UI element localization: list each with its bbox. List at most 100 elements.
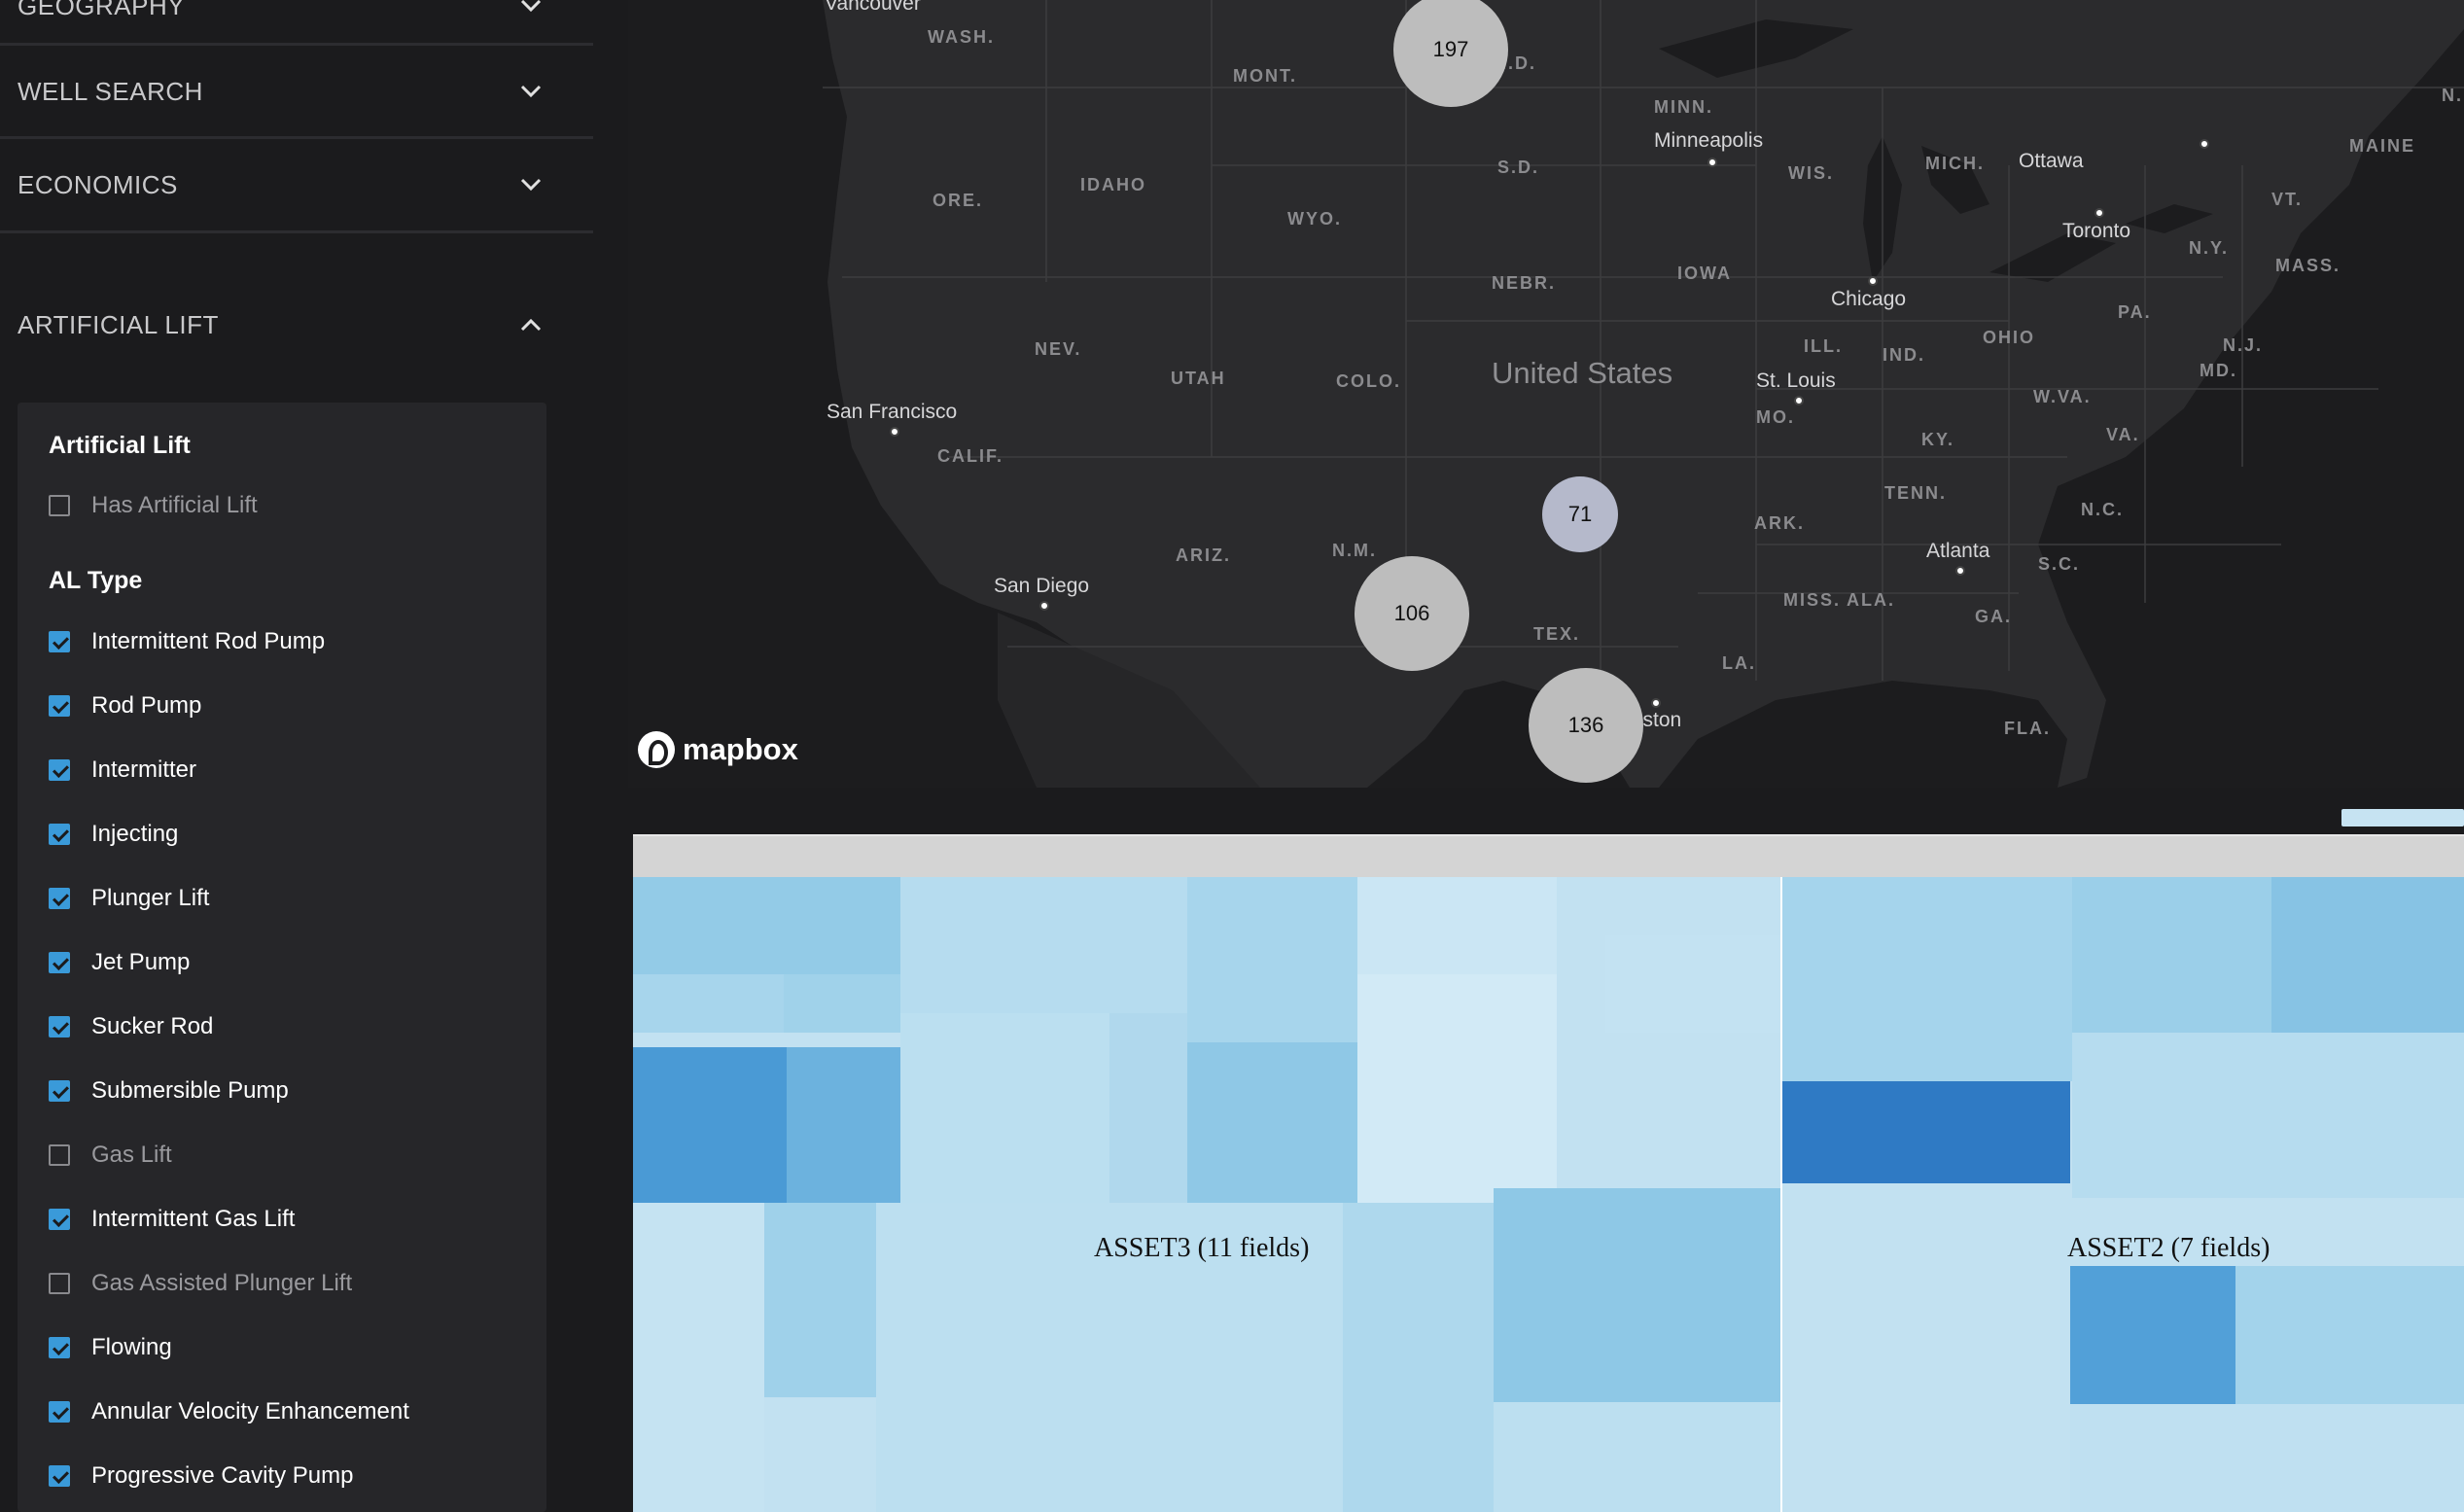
section-label: ARTIFICIAL LIFT: [18, 309, 219, 339]
state-label: LA.: [1722, 653, 1756, 673]
checkbox-box[interactable]: [49, 1144, 70, 1166]
checkbox-box[interactable]: [49, 1209, 70, 1230]
checkbox-label: Gas Assisted Plunger Lift: [91, 1270, 353, 1296]
field-tile[interactable]: [633, 877, 900, 974]
state-label: WIS.: [1788, 163, 1834, 183]
asset-treemap[interactable]: ASSET3 (11 fields) ASSET2 (7 fields): [633, 877, 2464, 1512]
treemap-header-bar: [633, 834, 2464, 877]
al-type-checkbox[interactable]: Sucker Rod: [49, 1013, 213, 1040]
checkbox-box[interactable]: [49, 1401, 70, 1423]
al-type-checkbox[interactable]: Intermittent Rod Pump: [49, 628, 325, 655]
field-tile[interactable]: [2072, 1033, 2464, 1198]
country-label: United States: [1492, 356, 1673, 390]
field-tile[interactable]: [784, 974, 900, 1033]
resize-handle[interactable]: [2341, 809, 2464, 826]
field-tile[interactable]: [1494, 1402, 1780, 1512]
field-tile[interactable]: [1782, 877, 2072, 1081]
checkbox-box[interactable]: [49, 1080, 70, 1102]
filter-sidebar: GEOGRAPHY WELL SEARCH ECONOMICS ARTIFICI…: [0, 0, 628, 1512]
checkbox-box[interactable]: [49, 1016, 70, 1037]
field-tile[interactable]: [787, 1047, 900, 1203]
field-tile[interactable]: [633, 1047, 787, 1203]
checkbox-label: Flowing: [91, 1334, 172, 1360]
al-type-checkbox[interactable]: Rod Pump: [49, 692, 201, 720]
al-type-checkbox[interactable]: Progressive Cavity Pump: [49, 1462, 353, 1490]
al-type-checkbox[interactable]: Submersible Pump: [49, 1077, 289, 1105]
al-type-checkbox[interactable]: Gas Lift: [49, 1142, 172, 1169]
mapbox-logo[interactable]: mapbox: [638, 731, 798, 768]
al-type-checkbox[interactable]: Injecting: [49, 821, 178, 848]
al-type-checkbox[interactable]: Plunger Lift: [49, 885, 209, 912]
field-tile[interactable]: [1357, 974, 1557, 1203]
artificial-lift-panel: Artificial Lift Has Artificial Lift AL T…: [18, 403, 546, 1512]
al-type-checkbox[interactable]: Gas Assisted Plunger Lift: [49, 1270, 352, 1297]
al-type-checkbox[interactable]: Flowing: [49, 1334, 172, 1361]
field-tile[interactable]: [1782, 1081, 2070, 1183]
field-tile[interactable]: [2070, 1266, 2235, 1404]
checkbox-box[interactable]: [49, 824, 70, 845]
field-tile[interactable]: [2235, 1266, 2464, 1404]
city-label: Atlanta: [1926, 540, 1990, 562]
field-tile[interactable]: [1605, 935, 1780, 1033]
field-tile[interactable]: [1782, 1183, 2070, 1512]
checkbox-box[interactable]: [49, 631, 70, 652]
field-tile[interactable]: [1343, 1203, 1508, 1512]
checkbox-box[interactable]: [49, 888, 70, 909]
field-tile[interactable]: [764, 1203, 876, 1397]
checkbox-box[interactable]: [49, 495, 70, 516]
state-label: FLA.: [2004, 719, 2051, 738]
field-tile[interactable]: [1109, 1013, 1187, 1203]
state-label: MINN.: [1654, 97, 1713, 117]
mapbox-wordmark: mapbox: [683, 732, 798, 766]
section-artificial-lift[interactable]: ARTIFICIAL LIFT: [0, 290, 593, 360]
city-label: San Diego: [994, 575, 1090, 597]
state-label: OHIO: [1983, 328, 2036, 347]
al-type-checkbox[interactable]: Annular Velocity Enhancement: [49, 1398, 409, 1425]
state-label: IOWA: [1677, 264, 1732, 283]
well-cluster-marker[interactable]: 71: [1542, 476, 1618, 552]
field-tile[interactable]: [1494, 1188, 1780, 1402]
well-cluster-marker[interactable]: 136: [1529, 668, 1643, 783]
checkbox-box[interactable]: [49, 1465, 70, 1487]
checkbox-box[interactable]: [49, 695, 70, 717]
map-view[interactable]: WASH. MONT. N.D. MINN. S.D. WIS. MICH. O…: [628, 0, 2464, 788]
divider: [0, 43, 593, 46]
field-tile[interactable]: [633, 974, 784, 1033]
field-tile[interactable]: [900, 1013, 1109, 1203]
chevron-down-icon: [506, 72, 556, 111]
section-well-search[interactable]: WELL SEARCH: [0, 56, 593, 126]
checkbox-box[interactable]: [49, 952, 70, 973]
well-cluster-marker[interactable]: 106: [1355, 556, 1469, 671]
checkbox-label: Intermittent Rod Pump: [91, 628, 326, 654]
city-dot: [2200, 139, 2209, 149]
field-tile[interactable]: [2072, 877, 2271, 1033]
state-label: KY.: [1921, 430, 1955, 449]
al-type-checkbox[interactable]: Intermittent Gas Lift: [49, 1206, 295, 1233]
city-dot: [1039, 601, 1049, 611]
state-label: MO.: [1756, 407, 1795, 427]
checkbox-box[interactable]: [49, 759, 70, 781]
has-artificial-lift-checkbox[interactable]: Has Artificial Lift: [49, 492, 258, 519]
state-label: ILL.: [1804, 336, 1843, 356]
field-tile[interactable]: [1187, 1042, 1357, 1203]
state-label: WASH.: [928, 27, 996, 47]
field-tile[interactable]: [2070, 1404, 2464, 1512]
section-geography[interactable]: GEOGRAPHY: [0, 0, 593, 41]
state-label: VT.: [2271, 190, 2304, 209]
field-tile[interactable]: [633, 1203, 764, 1512]
city-label: Ottawa: [2019, 150, 2084, 172]
state-label: S.C.: [2038, 554, 2081, 574]
state-label: N.Y.: [2189, 238, 2230, 258]
section-label: GEOGRAPHY: [18, 0, 186, 20]
al-type-checkbox[interactable]: Jet Pump: [49, 949, 190, 976]
checkbox-box[interactable]: [49, 1337, 70, 1358]
field-tile[interactable]: [1357, 877, 1557, 974]
checkbox-label: Plunger Lift: [91, 885, 210, 911]
field-tile[interactable]: [900, 877, 1187, 1013]
field-tile[interactable]: [1187, 877, 1357, 1042]
al-type-checkbox[interactable]: Intermitter: [49, 756, 196, 784]
checkbox-box[interactable]: [49, 1273, 70, 1294]
field-tile[interactable]: [2271, 877, 2464, 1033]
section-economics[interactable]: ECONOMICS: [0, 150, 593, 220]
checkbox-label: Submersible Pump: [91, 1077, 289, 1104]
